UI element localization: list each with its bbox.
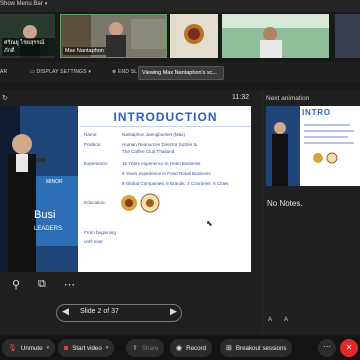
share-button[interactable]: ⬆ Share	[126, 339, 165, 357]
unmute-button[interactable]: 🎙 Unmute ▾	[2, 339, 56, 357]
row-label-name: Name:	[84, 132, 98, 137]
screen-picture-icon[interactable]: ⧉	[38, 278, 46, 291]
camera-off-icon: ◙	[64, 344, 69, 352]
speaker-notes: No Notes.	[267, 199, 303, 208]
participant-video	[222, 14, 329, 58]
row-value-experience-2: 6 Years experience in Food Retail Busine…	[122, 171, 211, 176]
zoom-icon[interactable]: ⚲	[12, 278, 20, 291]
banner-text-business: Busi	[34, 209, 55, 221]
next-slide-photo	[266, 106, 300, 186]
show-menu-bar-button[interactable]: Show Menu Bar ▾	[0, 1, 47, 7]
next-slide-button[interactable]: ▶	[170, 306, 177, 317]
chevron-down-icon: ▾	[86, 69, 92, 75]
show-menu-bar-label: Show Menu Bar	[0, 1, 43, 7]
breakout-icon: ⊞	[226, 345, 232, 352]
video-tile-active-speaker[interactable]: Max Nantaphon	[60, 14, 167, 58]
row-label-position: Position:	[84, 142, 102, 147]
video-tile-1[interactable]: ศรัณยู ไชยสุรรณ์ภักดี	[0, 14, 55, 58]
participant-name: Max Nantaphon	[63, 47, 106, 55]
university-logo	[170, 14, 218, 58]
close-icon: ✕	[345, 343, 353, 352]
slide-navigator	[56, 304, 182, 322]
next-slide-preview[interactable]: INTRO	[266, 106, 360, 186]
chevron-down-icon: ▾	[44, 1, 48, 7]
microphone-muted-icon: 🎙	[8, 345, 17, 352]
increase-font-button[interactable]: A	[268, 317, 272, 323]
start-video-button[interactable]: ◙ Start video ▾	[58, 339, 115, 357]
slide-title: INTRODUCTION	[113, 110, 218, 124]
viewing-screen-tooltip: Viewing Max Nantaphon's sc...	[138, 66, 224, 80]
undo-icon[interactable]: ↻	[2, 94, 8, 102]
top-bar: Show Menu Bar ▾	[0, 0, 360, 12]
taskbar-button[interactable]: AR	[0, 69, 7, 75]
next-animation-label: Next animation	[266, 95, 310, 102]
next-slide-lines	[304, 124, 354, 164]
leave-meeting-button[interactable]: ✕	[340, 339, 358, 357]
video-tile-5[interactable]	[335, 14, 360, 58]
current-slide[interactable]: MINOR Busi LEADERS INTRODUCTION Name: Na…	[0, 106, 251, 272]
row-value-experience-3: 8 Global Companies, 8 Brands, 3 Countrie…	[122, 181, 229, 186]
ellipsis-icon: ⋯	[323, 342, 331, 351]
slide-counter: Slide 2 of 37	[80, 308, 119, 315]
video-strip: ศรัณยู ไชยสุรรณ์ภักดี Max Nantaphon	[0, 12, 360, 60]
next-slide-title: INTRO	[302, 108, 331, 117]
speaker-photo-image: MINOR Busi LEADERS	[0, 106, 78, 272]
speaker-photo: MINOR Busi LEADERS	[0, 106, 78, 272]
breakout-sessions-button[interactable]: ⊞ Breakout sessions	[220, 339, 293, 357]
chevron-down-icon: ▾	[105, 345, 109, 351]
record-button[interactable]: ◉ Record	[170, 339, 213, 357]
banner-text-minor: MINOR	[46, 179, 63, 185]
participant-name: ศรัณยู ไชยสุรรณ์ภักดี	[2, 38, 55, 56]
more-options-button[interactable]: ⋯	[318, 339, 336, 357]
participant-video	[335, 14, 360, 58]
decrease-font-button[interactable]: A	[284, 317, 288, 323]
row-label-experience: Experience:	[84, 161, 109, 166]
chevron-down-icon: ▾	[46, 345, 50, 351]
row-label-from-beginning: From beginning	[84, 230, 116, 235]
video-tile-3[interactable]	[170, 14, 218, 58]
mouse-cursor-icon: ⬉	[206, 219, 213, 228]
previous-slide-button[interactable]: ◀	[62, 306, 69, 317]
title-divider	[80, 126, 251, 127]
row-value-name: Nantaphon Jaengburiset (Max)	[122, 132, 186, 137]
video-tile-4[interactable]	[222, 14, 329, 58]
row-value-position: Human Resources Director Sizzler &	[122, 142, 197, 147]
education-logos	[121, 193, 160, 213]
more-options-icon[interactable]: ⋯	[64, 278, 75, 291]
display-settings-button[interactable]: ▭ DISPLAY SETTINGS ▾	[30, 69, 91, 75]
row-label-education: Education:	[84, 200, 106, 205]
end-slideshow-button[interactable]: ⊗ END SL	[112, 69, 137, 75]
row-label-until-now: until now:	[84, 239, 104, 244]
elapsed-timer: 11:32	[232, 94, 249, 101]
record-icon: ◉	[176, 345, 183, 352]
banner-text-leaders: LEADERS	[34, 226, 62, 232]
row-value-experience-1: 15 Years experience in Hotel Business	[122, 161, 201, 166]
row-value-position-2: The Coffee Club Thailand	[122, 149, 175, 154]
share-icon: ⬆	[132, 345, 138, 352]
